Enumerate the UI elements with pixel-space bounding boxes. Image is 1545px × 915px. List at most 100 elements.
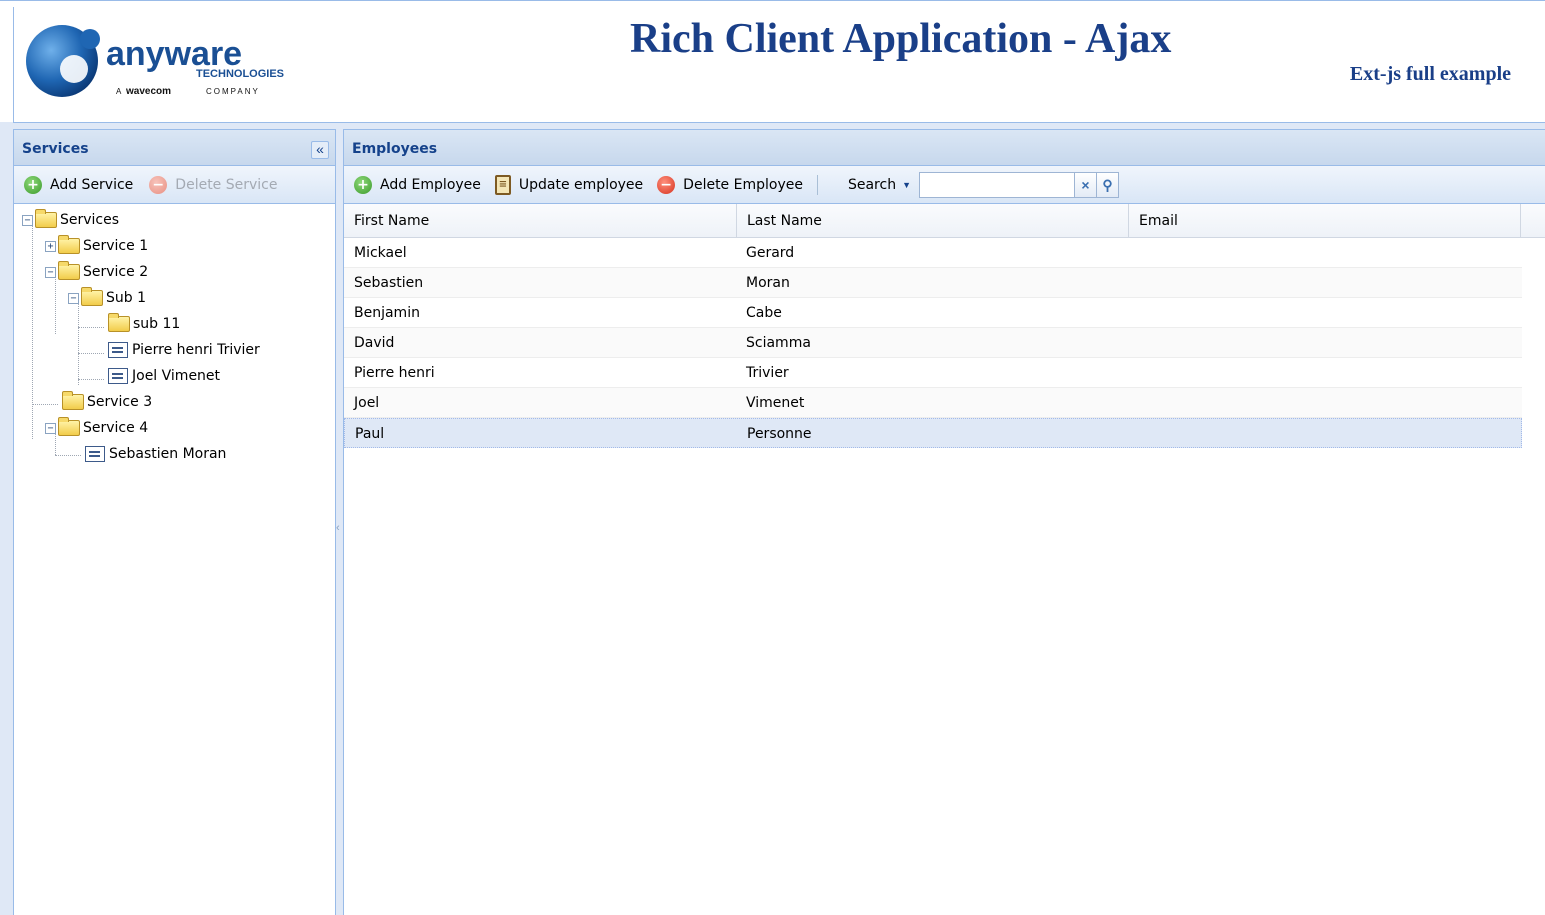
update-employee-button[interactable]: ≡ Update employee: [494, 171, 651, 199]
delete-employee-button[interactable]: − Delete Employee: [657, 171, 811, 199]
tree-guide: [32, 404, 58, 405]
logo-sub-text: TECHNOLOGIES: [196, 68, 284, 80]
delete-icon: −: [657, 175, 676, 194]
cell-first-name: Pierre henri: [354, 365, 435, 381]
logo-tagline-prefix: A: [116, 87, 122, 96]
tree-node-service1[interactable]: + Service 1: [45, 234, 148, 258]
collapse-node-icon[interactable]: −: [22, 214, 33, 226]
collapse-node-icon[interactable]: −: [68, 292, 79, 304]
employee-card-icon: [85, 446, 105, 462]
cell-email: [1128, 268, 1520, 297]
tree-node-label: sub 11: [133, 316, 181, 332]
add-service-button[interactable]: + Add Service: [24, 171, 141, 199]
table-row[interactable]: Mickael Gerard: [344, 238, 1522, 268]
tree-node-sub11[interactable]: sub 11: [108, 312, 180, 336]
tree-node-label: Service 2: [83, 264, 149, 280]
delete-icon: −: [149, 175, 168, 194]
tree-node-label: Services: [60, 212, 120, 228]
cell-first-name: Sebastien: [354, 275, 424, 291]
tree-node-service3[interactable]: Service 3: [62, 390, 152, 414]
tree-guide: [78, 379, 104, 380]
services-toolbar: + Add Service − Delete Service: [14, 166, 335, 204]
clear-search-icon[interactable]: ×: [1075, 171, 1097, 198]
delete-service-button[interactable]: − Delete Service: [149, 171, 285, 199]
cell-first-name: David: [354, 335, 395, 351]
logo-tagline-brand: wavecom: [125, 86, 171, 97]
tree-node-label: Joel Vimenet: [132, 368, 221, 384]
tree-guide: [78, 300, 79, 385]
app-header: anyware TECHNOLOGIES A wavecom COMPANY R…: [0, 0, 1545, 123]
open-folder-icon: [58, 261, 80, 280]
table-row[interactable]: David Sciamma: [344, 328, 1522, 358]
tree-node-label: Service 3: [87, 394, 153, 410]
tree-guide: [55, 455, 81, 456]
panel-splitter[interactable]: [336, 500, 343, 570]
folder-icon: [62, 391, 84, 410]
tree-node-sub1[interactable]: − Sub 1: [68, 286, 146, 310]
collapse-left-icon[interactable]: «: [311, 141, 329, 159]
table-row-selected[interactable]: Paul Personne: [344, 418, 1522, 448]
cell-first-name: Paul: [355, 426, 385, 442]
column-header-last-name[interactable]: Last Name: [737, 204, 1129, 238]
app-title: Rich Client Application - Ajax: [630, 16, 1172, 62]
tree-node-label: Service 4: [83, 420, 149, 436]
dropdown-arrow-icon[interactable]: ▼: [902, 180, 911, 190]
cell-email: [1128, 388, 1520, 417]
cell-first-name: Joel: [354, 395, 380, 411]
column-header-email[interactable]: Email: [1129, 204, 1521, 238]
tree-node-service2[interactable]: − Service 2: [45, 260, 148, 284]
search-field-menu[interactable]: Search ▼: [848, 177, 919, 193]
search-label: Search: [847, 176, 897, 193]
cell-last-name: Moran: [746, 275, 790, 291]
services-tree: − Services + Service 1 − Service 2 − Sub…: [14, 204, 335, 462]
tree-node-services-root[interactable]: − Services: [22, 208, 119, 232]
delete-employee-label: Delete Employee: [683, 176, 803, 193]
tree-node-label: Pierre henri Trivier: [132, 342, 260, 358]
tree-guide: [78, 353, 104, 354]
table-row[interactable]: Benjamin Cabe: [344, 298, 1522, 328]
cell-last-name: Sciamma: [746, 335, 811, 351]
open-folder-icon: [58, 417, 80, 436]
folder-icon: [108, 313, 130, 332]
tree-node-label: Sebastien Moran: [109, 446, 227, 462]
tree-node-joel-vimenet[interactable]: Joel Vimenet: [108, 364, 220, 388]
employees-panel-title: Employees: [352, 141, 438, 157]
cell-email: [1128, 298, 1520, 327]
add-icon: +: [24, 175, 42, 194]
update-employee-label: Update employee: [518, 176, 644, 193]
app-subtitle: Ext-js full example: [1349, 63, 1511, 85]
cell-last-name: Personne: [747, 426, 812, 442]
tree-node-pierre-henri-trivier[interactable]: Pierre henri Trivier: [108, 338, 260, 362]
toolbar-separator: [816, 174, 818, 195]
grid-body: Mickael Gerard Sebastien Moran Benjamin …: [344, 238, 1545, 448]
cell-last-name: Gerard: [746, 245, 795, 261]
cell-email: [1128, 238, 1520, 267]
add-employee-button[interactable]: + Add Employee: [354, 171, 489, 199]
tree-node-service4[interactable]: − Service 4: [45, 416, 148, 440]
add-icon: +: [354, 175, 372, 194]
cell-last-name: Cabe: [746, 305, 782, 321]
column-header-first-name[interactable]: First Name: [344, 204, 737, 238]
table-row[interactable]: Sebastien Moran: [344, 268, 1522, 298]
open-folder-icon: [35, 209, 57, 228]
services-panel-title: Services: [22, 141, 89, 157]
services-panel-header: Services «: [14, 130, 335, 166]
collapse-node-icon[interactable]: −: [45, 266, 56, 278]
cell-email: [1129, 419, 1521, 447]
collapse-node-icon[interactable]: −: [45, 422, 56, 434]
cell-last-name: Trivier: [746, 365, 789, 381]
cell-first-name: Mickael: [354, 245, 407, 261]
search-input[interactable]: [919, 171, 1075, 198]
add-service-label: Add Service: [50, 176, 134, 193]
tree-guide: [32, 224, 33, 439]
expand-node-icon[interactable]: +: [45, 240, 56, 252]
table-row[interactable]: Pierre henri Trivier: [344, 358, 1522, 388]
cell-email: [1128, 358, 1520, 387]
table-row[interactable]: Joel Vimenet: [344, 388, 1522, 418]
logo-tagline-suffix: COMPANY: [206, 87, 260, 96]
tree-node-label: Sub 1: [106, 290, 147, 306]
search-icon[interactable]: ⚲: [1097, 171, 1119, 198]
tree-guide: [78, 327, 104, 328]
tree-node-sebastien-moran[interactable]: Sebastien Moran: [85, 442, 226, 466]
employee-card-icon: [108, 342, 128, 358]
